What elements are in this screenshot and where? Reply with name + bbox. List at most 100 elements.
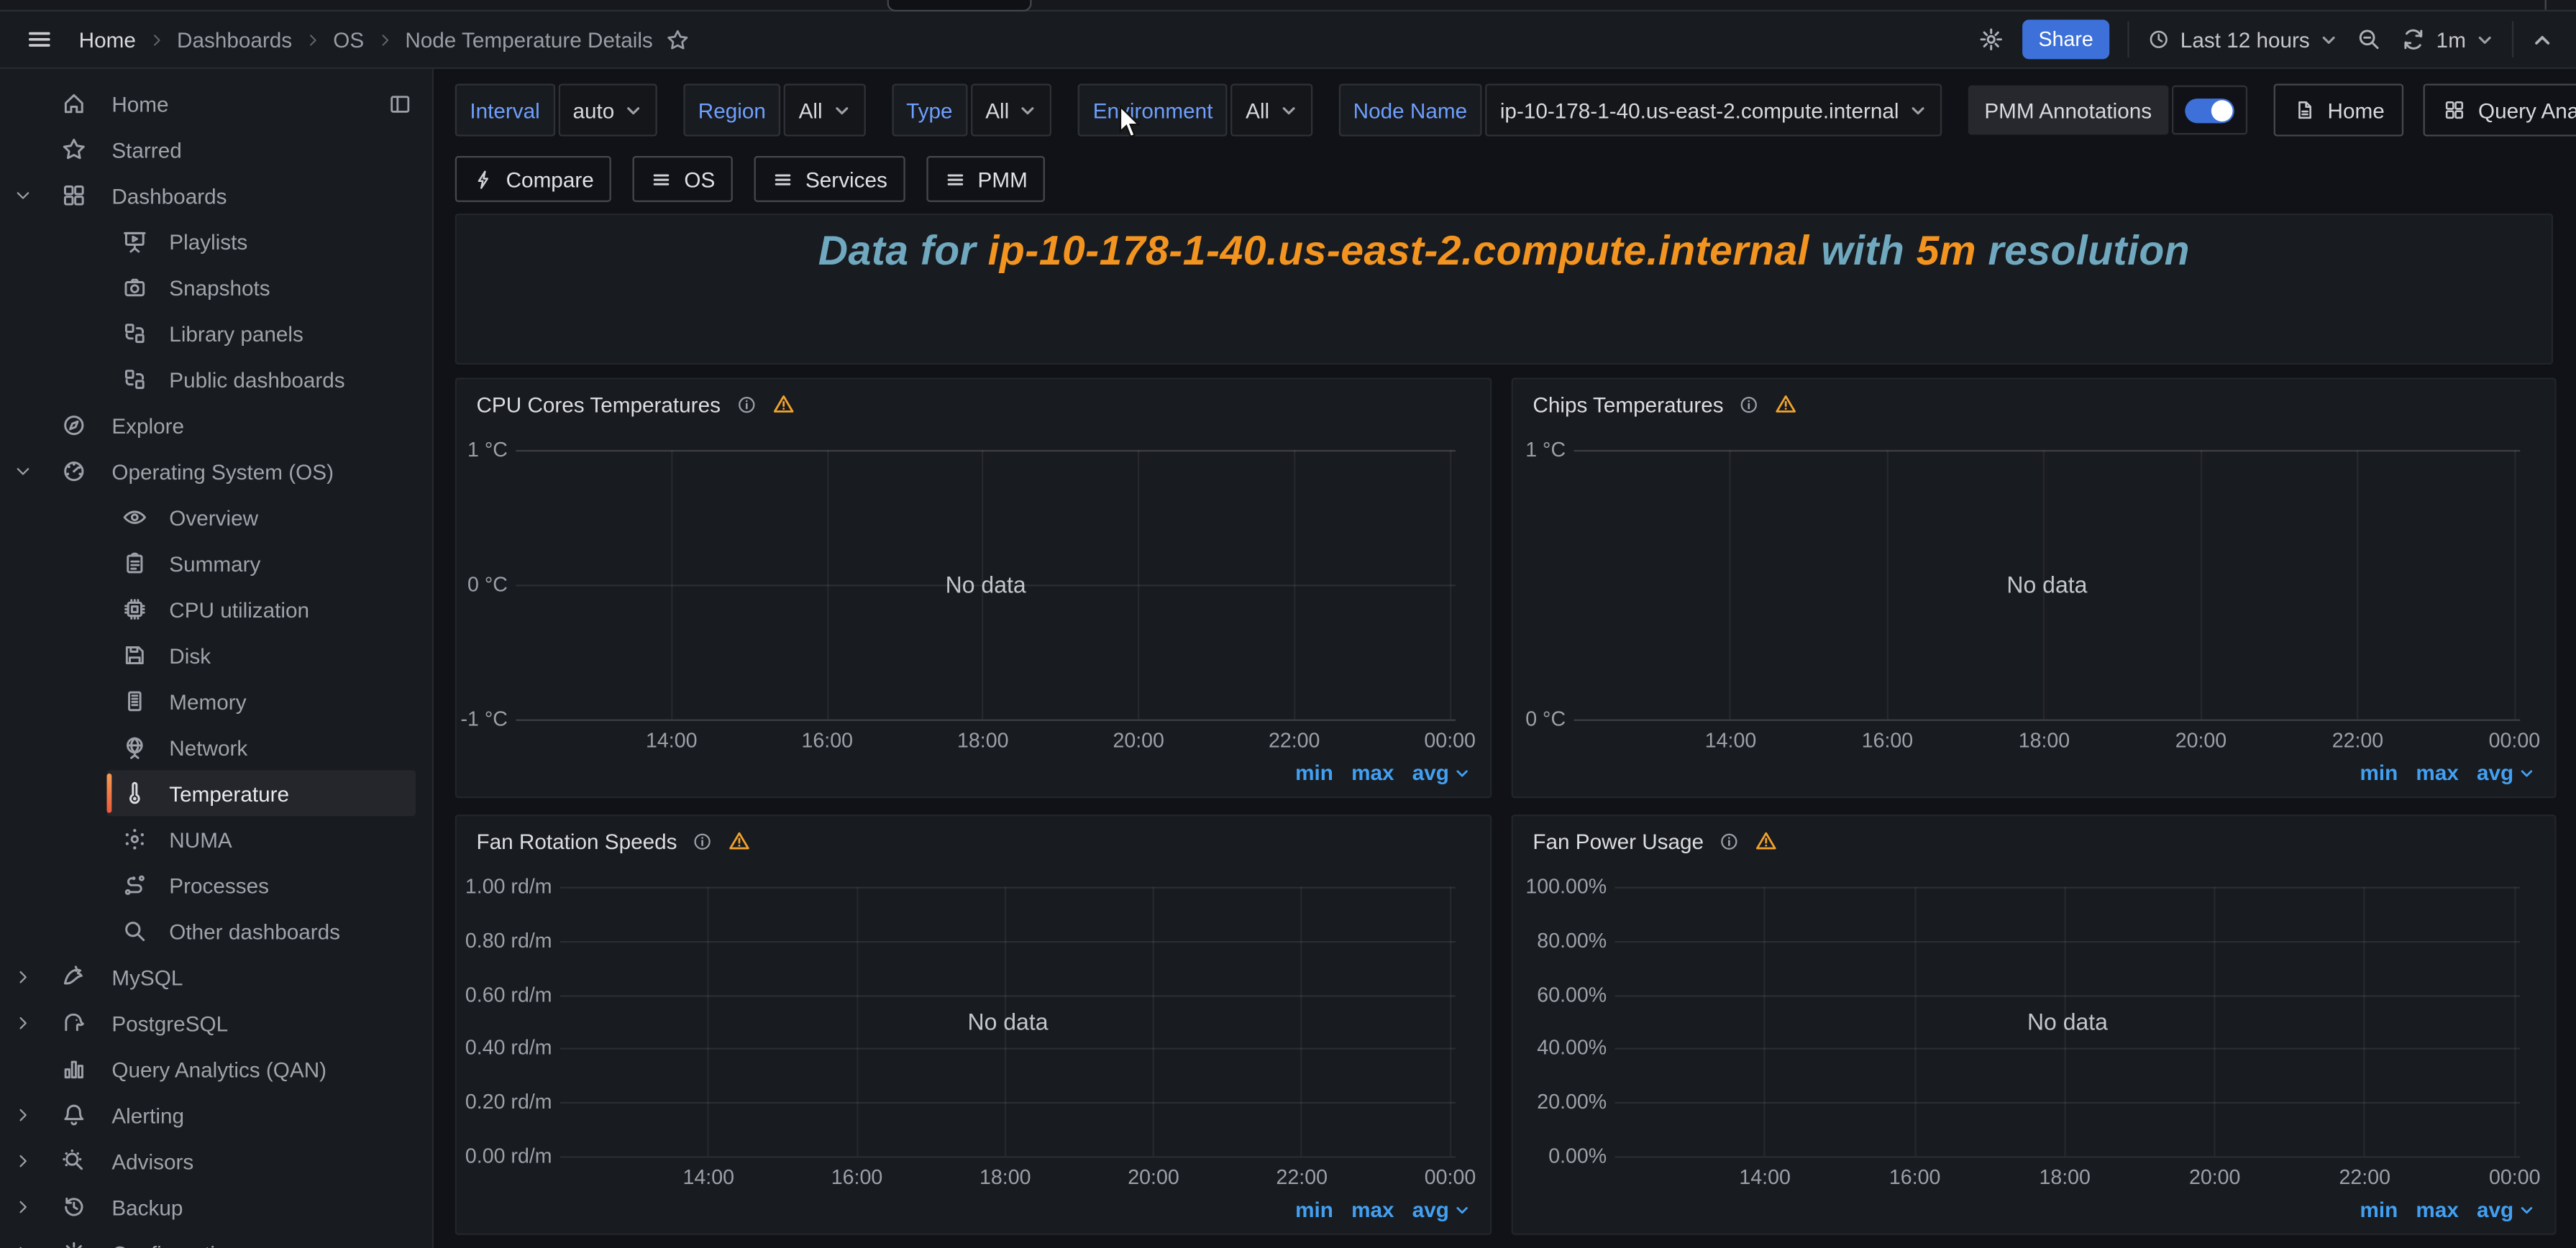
compare-quick-link[interactable]: Compare [455,156,612,202]
warning-icon[interactable] [1755,830,1778,853]
sidebar-item-memory[interactable]: Memory [0,678,432,724]
dashboard-settings-icon[interactable] [1978,27,2004,53]
panel-header[interactable]: Chips Temperatures [1513,380,2554,429]
chevron-right-icon[interactable] [13,1197,32,1216]
variable-value: ip-10-178-1-40.us-east-2.compute.interna… [1500,98,1899,122]
panel-title[interactable]: Chips Temperatures [1533,392,1723,416]
legend-item-avg[interactable]: avg [1412,761,1471,785]
sidebar-item-snapshots[interactable]: Snapshots [0,265,432,311]
chevron-right-icon[interactable] [13,1105,32,1124]
document-icon [2293,98,2316,121]
share-button[interactable]: Share [2022,19,2110,59]
info-icon[interactable] [1719,830,1740,852]
services-quick-link[interactable]: Services [754,156,905,202]
panel-header[interactable]: Fan Power Usage [1513,816,2554,866]
refresh-icon[interactable] [2400,27,2426,53]
legend-item-avg[interactable]: avg [2477,761,2535,785]
warning-icon[interactable] [728,830,751,853]
panel-left-icon[interactable] [388,91,412,116]
panel-title[interactable]: Fan Rotation Speeds [476,828,677,853]
sidebar-item-backup[interactable]: Backup [0,1184,432,1230]
chevron-right-icon[interactable] [13,968,32,987]
sidebar-item-processes[interactable]: Processes [0,862,432,908]
chevron-right-icon[interactable] [13,1013,32,1032]
sidebar-item-starred[interactable]: Starred [0,127,432,173]
panel-title[interactable]: Fan Power Usage [1533,828,1704,853]
legend-item-min[interactable]: min [1295,1197,1333,1221]
time-range-picker[interactable]: Last 12 hours [2147,27,2337,52]
sidebar-item-query-analytics-qan[interactable]: Query Analytics (QAN) [0,1046,432,1092]
x-tick-label: 18:00 [957,729,1008,752]
quick-links-row: CompareOSServicesPMM [455,156,1046,198]
sidebar-item-mysql[interactable]: MySQL [0,954,432,1000]
variable-value-dropdown[interactable]: All [1231,84,1312,137]
home-link-button[interactable]: Home [2273,84,2404,137]
sidebar-item-alerting[interactable]: Alerting [0,1092,432,1138]
gauge-icon [61,458,88,485]
variable-value-dropdown[interactable]: All [971,84,1052,137]
legend-item-max[interactable]: max [2416,761,2458,785]
sidebar-item-dashboards[interactable]: Dashboards [0,173,432,219]
legend-item-max[interactable]: max [1351,1197,1394,1221]
sidebar-item-temperature[interactable]: Temperature [0,770,432,816]
chevron-spacer [13,554,32,573]
sidebar-item-playlists[interactable]: Playlists [0,219,432,265]
variable-value-dropdown[interactable]: ip-10-178-1-40.us-east-2.compute.interna… [1485,84,1942,137]
sidebar-item-library-panels[interactable]: Library panels [0,311,432,357]
sidebar-item-public-dashboards[interactable]: Public dashboards [0,357,432,403]
os-quick-link[interactable]: OS [634,156,734,202]
sidebar-item-operating-system-os[interactable]: Operating System (OS) [0,449,432,495]
pmm-annotations-toggle[interactable] [2171,86,2247,135]
sidebar-item-disk[interactable]: Disk [0,633,432,679]
sidebar-item-explore[interactable]: Explore [0,403,432,449]
chevron-right-icon[interactable] [13,1151,32,1170]
chevron-down-icon[interactable] [13,462,32,481]
sidebar-item-cpu-utilization[interactable]: CPU utilization [0,587,432,633]
sidebar-item-network[interactable]: Network [0,724,432,770]
sidebar-item-label: Operating System (OS) [111,459,334,484]
legend-item-avg[interactable]: avg [1412,1197,1471,1221]
sidebar-item-other-dashboards[interactable]: Other dashboards [0,908,432,954]
breadcrumb-item[interactable]: Node Temperature Details [405,27,652,52]
breadcrumb-item[interactable]: Dashboards [177,27,292,52]
chevron-down-icon[interactable] [13,185,32,205]
presentation-icon [122,229,148,255]
variable-value-dropdown[interactable]: All [784,84,865,137]
sidebar-item-postgresql[interactable]: PostgreSQL [0,1000,432,1046]
collapse-controls-icon[interactable] [2531,29,2553,50]
breadcrumb-item[interactable]: Home [79,27,136,52]
breadcrumb-item[interactable]: OS [333,27,364,52]
x-axis-labels: 14:0016:0018:0020:0022:0000:00 [560,1166,1456,1189]
legend-label: avg [2477,1197,2513,1221]
sidebar-item-overview[interactable]: Overview [0,495,432,541]
info-icon[interactable] [692,830,713,852]
query-analytics-link-button[interactable]: Query Analytics [2424,84,2576,137]
pmm-quick-link[interactable]: PMM [927,156,1046,202]
sidebar-item-advisors[interactable]: Advisors [0,1138,432,1184]
legend-item-avg[interactable]: avg [2477,1197,2535,1221]
info-icon[interactable] [1738,393,1760,415]
sidebar-item-home[interactable]: Home [0,81,432,127]
panel-title[interactable]: CPU Cores Temperatures [476,392,720,416]
legend-item-min[interactable]: min [2360,761,2398,785]
legend-item-min[interactable]: min [1295,761,1333,785]
chevron-right-icon[interactable] [13,1243,32,1248]
zoom-out-icon[interactable] [2356,27,2383,53]
legend-item-max[interactable]: max [2416,1197,2458,1221]
legend-item-max[interactable]: max [1351,761,1394,785]
sidebar-item-numa[interactable]: NUMA [0,816,432,862]
panel-header[interactable]: Fan Rotation Speeds [457,816,1490,866]
info-icon[interactable] [736,393,757,415]
sidebar-item-label: Public dashboards [169,367,344,392]
legend-item-min[interactable]: min [2360,1197,2398,1221]
sidebar-item-summary[interactable]: Summary [0,541,432,587]
sidebar-item-configuration[interactable]: Configuration [0,1230,432,1248]
warning-icon[interactable] [1774,393,1797,416]
refresh-picker[interactable]: 1m [2400,27,2493,53]
warning-icon[interactable] [772,393,795,416]
favorite-star-icon[interactable] [666,27,690,52]
panel-header[interactable]: CPU Cores Temperatures [457,380,1490,429]
variable-value-dropdown[interactable]: auto [558,84,657,137]
menu-icon[interactable] [27,27,53,53]
sidebar-item-label: Dashboards [111,183,227,208]
